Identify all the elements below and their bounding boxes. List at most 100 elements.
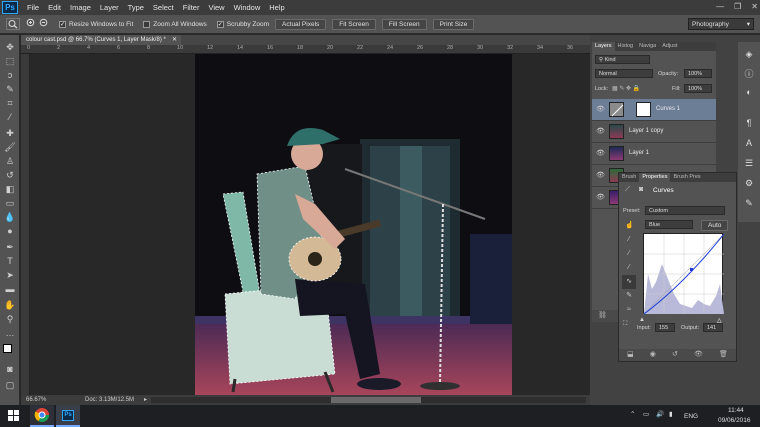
layer-mask-thumbnail[interactable] xyxy=(636,102,651,117)
taskbar-chrome[interactable] xyxy=(30,405,54,427)
eye-icon[interactable]: 👁 xyxy=(596,149,605,157)
chevron-right-icon[interactable]: ▸ xyxy=(144,396,147,403)
eyedropper-white-icon[interactable]: ⁄ xyxy=(622,261,636,275)
curve-edit-icon[interactable]: ∿ xyxy=(622,275,636,289)
clip-to-layer-icon[interactable]: ⬓ xyxy=(627,349,634,361)
battery-icon[interactable]: ▮ xyxy=(669,410,673,418)
view-previous-icon[interactable]: ◉ xyxy=(650,349,656,361)
more-tools-icon[interactable]: … xyxy=(4,327,16,339)
eyedropper-black-icon[interactable]: ⁄ xyxy=(622,233,636,247)
path-selection-tool-icon[interactable]: ➤ xyxy=(4,269,16,281)
tray-chevron-icon[interactable]: ⌃ xyxy=(630,410,635,418)
menu-filter[interactable]: Filter xyxy=(183,3,200,12)
layer-filter-select[interactable]: ⚲ Kind xyxy=(595,55,650,64)
layer-row-curves[interactable]: 👁 Curves 1 xyxy=(592,99,716,121)
fill-screen-button[interactable]: Fill Screen xyxy=(381,18,427,30)
zoom-all-checkbox[interactable]: Zoom All Windows xyxy=(143,20,207,28)
menu-window[interactable]: Window xyxy=(234,3,261,12)
pen-tool-icon[interactable]: ✒ xyxy=(4,241,16,253)
clipping-icon[interactable]: ⛶ xyxy=(623,321,627,328)
lock-icons[interactable]: ▦ ✎ ✥ 🔒 xyxy=(612,85,640,92)
eye-icon[interactable]: 👁 xyxy=(596,127,605,135)
eye-icon[interactable]: 👁 xyxy=(596,105,605,113)
zoom-tool-icon[interactable]: ⚲ xyxy=(4,313,16,325)
trash-icon[interactable]: 🗑 xyxy=(719,349,728,361)
foreground-color-swatch[interactable] xyxy=(3,344,12,353)
document-tab[interactable]: colour cast.psd @ 66.7% (Curves 1, Layer… xyxy=(21,35,181,45)
volume-icon[interactable]: 🔊 xyxy=(656,410,664,418)
blend-mode-select[interactable]: Normal xyxy=(595,69,653,78)
brush-tool-icon[interactable]: 🖌 xyxy=(4,141,16,153)
black-point-slider-icon[interactable]: ▲ xyxy=(639,317,645,323)
layer-row-layer1-copy[interactable]: 👁 Layer 1 copy xyxy=(592,121,716,143)
tab-adjustments[interactable]: Adjust xyxy=(659,42,680,51)
eraser-tool-icon[interactable]: ◧ xyxy=(4,183,16,195)
layer-row-layer1[interactable]: 👁 Layer 1 xyxy=(592,143,716,165)
close-icon[interactable]: ✕ xyxy=(751,2,758,11)
output-field[interactable]: 141 xyxy=(703,323,723,332)
eyedropper-tool-icon[interactable]: ⁄ xyxy=(4,111,16,123)
character-icon[interactable]: A xyxy=(743,137,755,149)
tab-layers[interactable]: Layers xyxy=(592,42,615,51)
marquee-tool-icon[interactable]: ⬚ xyxy=(4,55,16,67)
auto-button[interactable]: Auto xyxy=(701,220,729,231)
preset-select[interactable]: Custom xyxy=(645,206,725,215)
zoom-in-icon[interactable] xyxy=(26,18,36,30)
clone-stamp-tool-icon[interactable]: ♙ xyxy=(4,155,16,167)
horizontal-scrollbar[interactable] xyxy=(151,397,586,403)
zoom-tool-icon[interactable] xyxy=(6,18,20,30)
healing-brush-tool-icon[interactable]: ✚ xyxy=(4,127,16,139)
type-tool-icon[interactable]: T xyxy=(4,255,16,267)
workspace-select[interactable]: Photography ▾ xyxy=(688,18,754,30)
tab-brush-presets[interactable]: Brush Pres xyxy=(670,173,703,182)
lasso-tool-icon[interactable]: ↄ xyxy=(4,69,16,81)
zoom-out-icon[interactable] xyxy=(39,18,49,30)
hand-tool-icon[interactable]: ✋ xyxy=(4,299,16,311)
channel-select[interactable]: Blue xyxy=(645,220,693,229)
print-size-button[interactable]: Print Size xyxy=(432,18,475,30)
hand-adjust-icon[interactable]: ☝ xyxy=(625,221,634,229)
tab-navigator[interactable]: Naviga xyxy=(636,42,659,51)
brush-panel-icon[interactable]: ✎ xyxy=(743,197,755,209)
menu-help[interactable]: Help xyxy=(269,3,284,12)
zoom-level[interactable]: 66.67% xyxy=(26,397,46,403)
taskbar-photoshop[interactable]: Ps xyxy=(56,405,80,427)
menu-type[interactable]: Type xyxy=(128,3,144,12)
windows-start-icon[interactable] xyxy=(8,410,19,421)
menu-layer[interactable]: Layer xyxy=(100,3,119,12)
tab-brush[interactable]: Brush xyxy=(619,173,639,182)
properties-icon[interactable]: ☰ xyxy=(743,157,755,169)
close-icon[interactable]: ✕ xyxy=(172,35,177,45)
menu-select[interactable]: Select xyxy=(153,3,174,12)
tab-properties[interactable]: Properties xyxy=(639,173,671,182)
quick-select-tool-icon[interactable]: ✎ xyxy=(4,83,16,95)
blur-tool-icon[interactable]: 💧 xyxy=(4,211,16,223)
eyedropper-gray-icon[interactable]: ⁄ xyxy=(622,247,636,261)
paragraph-icon[interactable]: ¶ xyxy=(743,117,755,129)
scrollbar-thumb[interactable] xyxy=(331,397,421,403)
shape-tool-icon[interactable]: ▬ xyxy=(4,283,16,295)
eye-icon[interactable]: 👁 xyxy=(596,193,605,201)
channels-icon[interactable]: ◐ xyxy=(743,86,755,98)
document-image[interactable] xyxy=(195,54,512,395)
link-layers-icon[interactable]: ⛓ xyxy=(598,312,607,319)
pencil-icon[interactable]: ✎ xyxy=(622,289,636,303)
move-tool-icon[interactable]: ✥ xyxy=(4,41,16,53)
history-brush-tool-icon[interactable]: ↺ xyxy=(4,169,16,181)
menu-edit[interactable]: Edit xyxy=(48,3,61,12)
layers-icon[interactable]: ◈ xyxy=(743,48,755,60)
menu-file[interactable]: File xyxy=(27,3,39,12)
curves-graph[interactable] xyxy=(643,233,725,315)
clock-time[interactable]: 11:44 xyxy=(728,407,744,414)
gradient-tool-icon[interactable]: ▭ xyxy=(4,197,16,209)
restore-icon[interactable]: ❐ xyxy=(734,2,741,11)
info-icon[interactable]: ⓘ xyxy=(743,68,755,80)
quick-mask-icon[interactable]: ◙ xyxy=(4,363,16,375)
menu-image[interactable]: Image xyxy=(70,3,91,12)
reset-icon[interactable]: ↺ xyxy=(672,349,678,361)
dodge-tool-icon[interactable]: ● xyxy=(4,225,16,237)
scrubby-zoom-checkbox[interactable]: ✓ Scrubby Zoom xyxy=(216,20,269,28)
smooth-icon[interactable]: ≈ xyxy=(622,303,636,317)
language-indicator[interactable]: ENG xyxy=(684,413,698,420)
fit-screen-button[interactable]: Fit Screen xyxy=(332,18,376,30)
